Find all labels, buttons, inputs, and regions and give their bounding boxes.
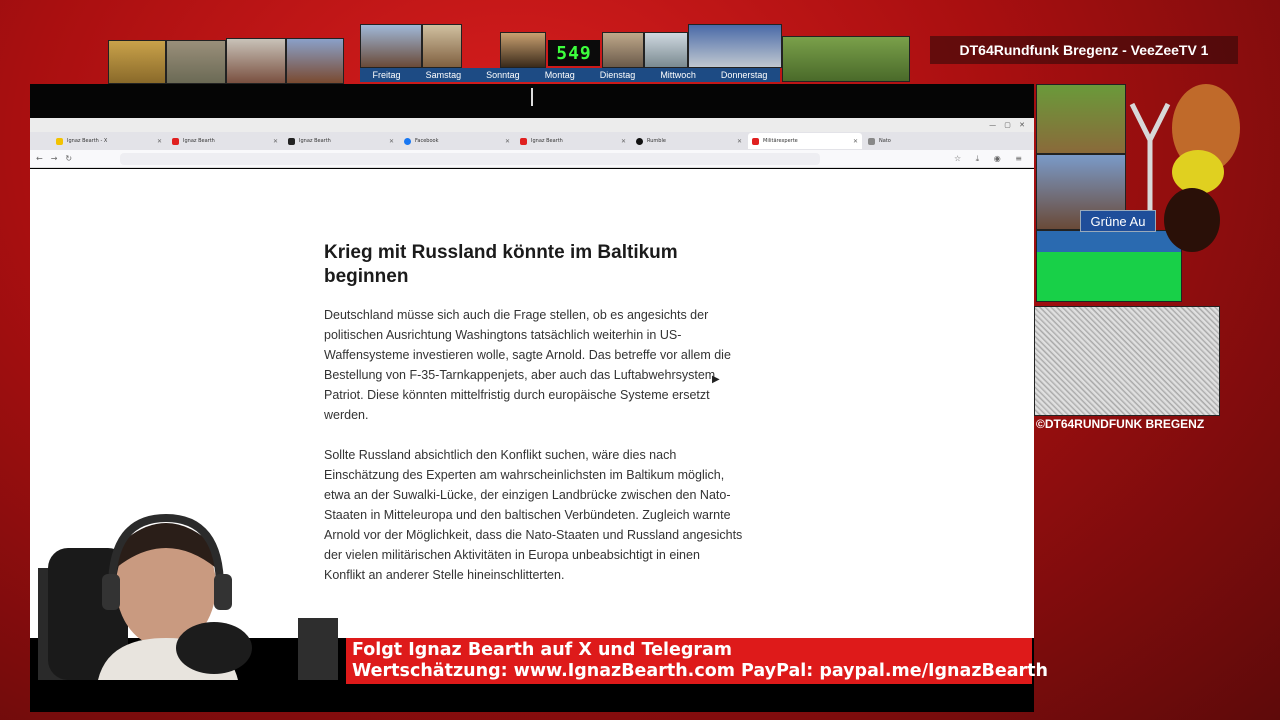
close-icon[interactable]: ✕ [505, 138, 510, 145]
thumbnail-image [108, 40, 166, 84]
thumbnail-image [644, 32, 688, 68]
browser-tab[interactable]: Ignaz Bearth ✕ [168, 133, 282, 149]
tab-bar: Ignaz Bearth - X ✕ Ignaz Bearth ✕ Ignaz … [30, 132, 1034, 150]
close-icon[interactable]: ✕ [389, 138, 394, 145]
weekday-label: Samstag [425, 70, 462, 80]
close-icon[interactable]: ✕ [853, 138, 858, 145]
tab-label: Ignaz Bearth [299, 138, 331, 144]
thumbnail-image [422, 24, 462, 68]
navigation-bar: ← → ↻ ☆ ⤓ ◉ ≡ [30, 150, 1034, 168]
tab-favicon-icon [868, 137, 875, 145]
tab-label: Rumble [647, 138, 666, 144]
tab-label: Militärexperte [763, 138, 798, 144]
mouse-pointer-icon: ▶ [712, 374, 720, 385]
side-image-bregenz-engraving [1034, 306, 1220, 416]
tab-favicon-icon [56, 137, 63, 145]
thumbnail-image [782, 36, 910, 82]
tab-label: Ignaz Bearth [531, 138, 563, 144]
channel-title: DT64Rundfunk Bregenz - VeeZeeTV 1 [930, 36, 1238, 64]
weekday-label: Freitag [372, 70, 401, 80]
close-icon[interactable]: ✕ [621, 138, 626, 145]
toolbar-icons[interactable]: ☆ ⤓ ◉ ≡ [954, 154, 1028, 164]
forward-arrow-icon[interactable]: → [51, 154, 58, 163]
thumbnail-image [226, 38, 286, 84]
side-image-castle [1036, 84, 1126, 154]
article: Krieg mit Russland könnte im Baltikum be… [324, 241, 744, 605]
tab-favicon-icon [636, 137, 643, 145]
browser-tab[interactable]: Nato [864, 133, 978, 149]
mascot-figure-icon [1129, 84, 1240, 252]
copyright-text: ©DT64RUNDFUNK BREGENZ [1036, 417, 1205, 431]
webcam-overlay [38, 513, 338, 680]
tab-label: Nato [879, 138, 891, 144]
browser-tab-active[interactable]: Militärexperte ✕ [748, 133, 862, 149]
article-paragraph: Deutschland müsse sich auch die Frage st… [324, 308, 731, 422]
tab-favicon-icon [752, 137, 759, 145]
back-arrow-icon[interactable]: ← [36, 154, 43, 163]
thumbnail-image [602, 32, 644, 68]
weekday-label: Mittwoch [660, 70, 696, 80]
weekday-label: Sonntag [486, 70, 520, 80]
thumbnail-image [360, 24, 422, 68]
article-headline: Krieg mit Russland könnte im Baltikum be… [324, 242, 678, 287]
tab-favicon-icon [520, 137, 527, 145]
thumbnail-image [688, 24, 782, 68]
tab-label: Ignaz Bearth [183, 138, 215, 144]
weekday-label: Dienstag [599, 70, 636, 80]
tab-favicon-icon [404, 137, 411, 145]
url-bar[interactable] [120, 152, 821, 165]
reload-icon[interactable]: ↻ [65, 154, 72, 163]
browser-tab[interactable]: Facebook ✕ [400, 133, 514, 149]
article-paragraph: Sollte Russland absichtlich den Konflikt… [324, 448, 743, 582]
close-icon[interactable]: ✕ [157, 138, 162, 145]
ticker-banner: Folgt Ignaz Bearth auf X und Telegram We… [346, 638, 1048, 684]
browser-tab[interactable]: Ignaz Bearth ✕ [516, 133, 630, 149]
weekday-strip: Freitag Samstag Sonntag Montag Dienstag … [360, 68, 780, 82]
weekday-label: Montag [544, 70, 575, 80]
window-title-bar: — ▢ ✕ [30, 118, 1034, 132]
browser-tab[interactable]: Rumble ✕ [632, 133, 746, 149]
text-cursor-icon [531, 88, 533, 106]
tab-favicon-icon [172, 137, 179, 145]
close-icon[interactable]: ✕ [273, 138, 278, 145]
digital-clock: 549 [548, 40, 600, 66]
thumbnail-image [166, 40, 226, 84]
browser-tab[interactable]: Ignaz Bearth - X ✕ [52, 133, 166, 149]
thumbnail-image [500, 32, 546, 68]
close-icon[interactable]: ✕ [737, 138, 742, 145]
tab-label: Ignaz Bearth - X [67, 138, 108, 144]
top-black-bar [30, 84, 1034, 118]
window-controls-icon[interactable]: — ▢ ✕ [989, 121, 1028, 129]
weekday-label: Donnerstag [720, 70, 768, 80]
ticker-line-1: Folgt Ignaz Bearth auf X und Telegram [352, 640, 733, 660]
browser-tab[interactable]: Ignaz Bearth ✕ [284, 133, 398, 149]
tab-favicon-icon [288, 137, 295, 145]
ticker-line-2: Wertschätzung: www.IgnazBearth.com PayPa… [352, 661, 1048, 681]
location-label: Grüne Au [1080, 210, 1156, 232]
tab-label: Facebook [415, 138, 439, 144]
thumbnail-image [286, 38, 344, 84]
